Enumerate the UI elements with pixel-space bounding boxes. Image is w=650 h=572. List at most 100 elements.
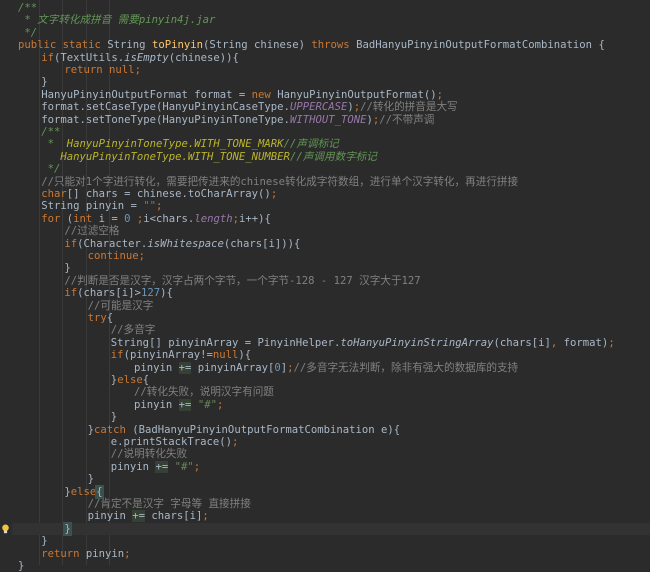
code-token: pinyin (134, 361, 179, 374)
code-token: toHanyuPinyinStringArray (340, 336, 494, 349)
code-token: HanyuPinyinToneType.WITH_TONE_MARK (66, 138, 284, 151)
code-line[interactable]: format.setCaseType(HanyuPinyinCaseType.U… (41, 101, 457, 113)
code-token: e.printStackTrace() (110, 436, 232, 448)
code-line[interactable]: if(pinyinArray!=null){ (111, 349, 251, 361)
code-token: char (41, 188, 67, 200)
code-line[interactable]: /** (18, 2, 37, 14)
code-token: WITHOUT_TONE (289, 113, 367, 126)
code-line[interactable]: */ (41, 163, 61, 176)
code-token: += (132, 510, 146, 523)
code-token: pinyin (110, 460, 156, 473)
code-line[interactable]: return null; (64, 64, 141, 76)
code-line[interactable]: return pinyin; (41, 548, 130, 560)
code-token: //肯定不是汉字 字母等 直接拼接 (87, 498, 251, 510)
code-line[interactable]: public static String toPinyin(String chi… (18, 39, 605, 51)
code-token: //多音字无法判断，除非有强大的数据库的支持 (293, 361, 519, 374)
code-token: isEmpty (124, 51, 169, 64)
code-line[interactable]: * 文字转化成拼音 需要pinyin4j.jar (18, 14, 215, 26)
code-token: , (550, 336, 564, 349)
code-line[interactable]: try{ (88, 312, 114, 324)
code-token: continue; (87, 250, 145, 262)
code-token: return (41, 547, 86, 560)
code-token: if (64, 287, 78, 300)
code-token: ; (156, 200, 163, 213)
code-token: 127 (140, 287, 161, 300)
code-line[interactable]: //只能对1个字进行转化，需要把传进来的chinese转化成字符数组，进行单个汉… (41, 176, 518, 188)
code-token: * 文字转化成拼音 需要pinyin4j.jar (18, 14, 216, 27)
code-line[interactable]: }catch (BadHanyuPinyinOutputFormatCombin… (88, 424, 401, 436)
code-line[interactable]: pinyin += pinyinArray[0];//多音字无法判断，除非有强大… (134, 361, 519, 374)
code-line[interactable]: * HanyuPinyinToneType.WITH_TONE_MARK//声调… (41, 138, 339, 150)
code-line[interactable]: }else{ (111, 374, 149, 386)
code-line[interactable]: } (63, 521, 72, 536)
code-line[interactable]: //判断是否是汉字，汉字占两个字节，一个字节-128 - 127 汉字大于127 (64, 275, 420, 287)
code-line[interactable]: /** (41, 126, 60, 138)
code-token: } (64, 262, 71, 275)
code-token: //说明转化失败 (110, 448, 188, 461)
code-token: //声调标记 (283, 138, 339, 151)
code-line[interactable]: }else{ (64, 484, 104, 499)
code-line[interactable]: if(TextUtils.isEmpty(chinese)){ (41, 52, 239, 64)
code-token: ; (202, 510, 209, 523)
code-token: UPPERCASE (289, 101, 348, 114)
code-token: */ (18, 26, 38, 39)
code-token: else (117, 374, 143, 386)
code-line[interactable]: HanyuPinyinToneType.WITH_TONE_NUMBER//声调… (41, 151, 377, 163)
code-line[interactable]: } (41, 535, 47, 547)
lightbulb-icon[interactable] (1, 524, 10, 534)
code-line[interactable]: } (88, 473, 94, 485)
code-line[interactable]: //说明转化失败 (111, 448, 187, 460)
code-token: isWhitespace (147, 237, 224, 250)
code-token: "#" (197, 398, 217, 411)
code-line[interactable]: if(chars[i]>127){ (64, 287, 172, 299)
code-token: ; (216, 398, 224, 411)
code-token: HanyuPinyinToneType.WITH_TONE_NUMBER (60, 150, 290, 163)
code-line[interactable]: String pinyin = ""; (41, 200, 162, 212)
code-line[interactable]: pinyin += "#"; (110, 460, 200, 473)
code-token: ; (124, 547, 131, 560)
code-token: String pinyin = (41, 200, 144, 213)
code-token: length (194, 212, 233, 225)
code-token: if (110, 349, 124, 362)
code-token: += (178, 361, 192, 374)
code-token: (chars[i])){ (223, 237, 301, 250)
code-line[interactable]: format.setToneType(HanyuPinyinToneType.W… (41, 114, 434, 126)
code-line[interactable]: for (int i = 0 ;i<chars.length;i++){ (41, 213, 271, 225)
code-line[interactable]: } (18, 560, 24, 572)
code-token: new (251, 88, 278, 101)
code-token: format) (563, 336, 609, 349)
code-token: ){ (238, 349, 252, 362)
code-line[interactable]: } (111, 411, 117, 423)
code-line[interactable]: HanyuPinyinOutputFormat format = new Han… (41, 89, 443, 101)
code-line[interactable]: //可能是汉字 (88, 300, 154, 312)
code-line[interactable]: pinyin += chars[i]; (87, 510, 209, 523)
code-line[interactable]: pinyin += "#"; (134, 398, 224, 411)
code-token: += (178, 398, 192, 411)
code-token: */ (41, 163, 61, 176)
code-editor[interactable]: /** * 文字转化成拼音 需要pinyin4j.jar */public st… (0, 0, 650, 572)
code-line[interactable]: */ (18, 27, 37, 39)
code-token: if (64, 237, 78, 250)
code-line[interactable]: char[] chars = chinese.toCharArray(); (41, 188, 277, 200)
code-line[interactable]: } (41, 76, 47, 88)
indent-guide (39, 0, 41, 565)
code-token: (TextUtils. (53, 51, 125, 64)
code-token: pinyin (134, 398, 179, 411)
code-token: pinyin (87, 510, 133, 523)
code-line[interactable]: String[] pinyinArray = PinyinHelper.toHa… (111, 337, 615, 349)
code-token: } (63, 521, 72, 536)
code-line[interactable]: //多音字 (111, 324, 156, 336)
code-line[interactable]: //转化失败，说明汉字有问题 (134, 386, 274, 398)
code-line[interactable]: continue; (88, 250, 145, 262)
code-line[interactable]: e.printStackTrace(); (111, 436, 239, 448)
code-line[interactable]: } (64, 262, 70, 274)
code-token: (pinyinArray!= (123, 349, 213, 362)
code-token: } (110, 411, 118, 424)
code-line[interactable]: if(Character.isWhitespace(chars[i])){ (64, 238, 300, 250)
code-token: catch (93, 423, 133, 436)
code-line[interactable]: //过滤空格 (64, 225, 119, 237)
code-line[interactable]: //肯定不是汉字 字母等 直接拼接 (88, 498, 251, 510)
code-token: //判断是否是汉字，汉字占两个字节，一个字节-128 - 127 汉字大于127 (64, 274, 421, 287)
code-token: String[] pinyinArray = PinyinHelper. (110, 336, 341, 349)
